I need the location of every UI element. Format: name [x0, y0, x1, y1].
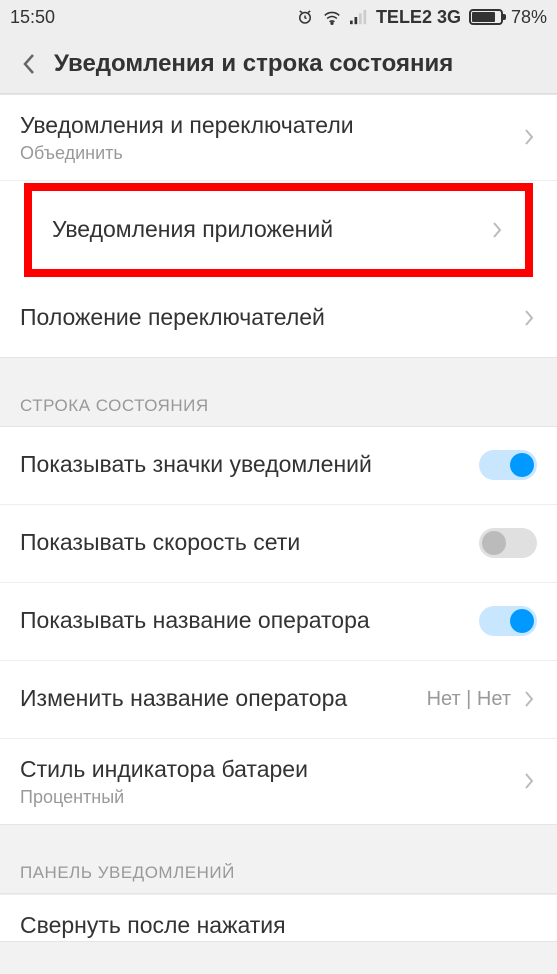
row-show-network-speed[interactable]: Показывать скорость сети [0, 505, 557, 583]
back-button[interactable] [14, 49, 44, 79]
section-header-statusbar: СТРОКА СОСТОЯНИЯ [0, 376, 557, 426]
group-panel: Свернуть после нажатия [0, 893, 557, 942]
row-title: Положение переключателей [20, 303, 523, 333]
settings-content: Уведомления и переключатели Объединить У… [0, 94, 557, 942]
row-title: Стиль индикатора батареи [20, 755, 523, 785]
alarm-icon [296, 8, 314, 26]
chevron-right-icon [523, 774, 537, 788]
row-show-carrier-name[interactable]: Показывать название оператора [0, 583, 557, 661]
group-notifications: Уведомления и переключатели Объединить У… [0, 94, 557, 358]
page-title: Уведомления и строка состояния [54, 50, 453, 78]
row-battery-indicator-style[interactable]: Стиль индикатора батареи Процентный [0, 739, 557, 824]
row-change-carrier-name[interactable]: Изменить название оператора Нет | Нет [0, 661, 557, 739]
section-header-panel: ПАНЕЛЬ УВЕДОМЛЕНИЙ [0, 843, 557, 893]
row-title: Изменить название оператора [20, 684, 427, 714]
row-app-notifications[interactable]: Уведомления приложений [32, 191, 525, 269]
row-subtitle: Процентный [20, 787, 523, 808]
row-toggle-position[interactable]: Положение переключателей [0, 279, 557, 357]
chevron-right-icon [523, 130, 537, 144]
signal-icon [350, 9, 368, 25]
wifi-icon [322, 9, 342, 25]
carrier-label: TELE2 3G [376, 7, 461, 28]
chevron-right-icon [523, 311, 537, 325]
row-title: Уведомления приложений [52, 215, 491, 245]
row-collapse-after-tap[interactable]: Свернуть после нажатия [0, 894, 557, 941]
status-time: 15:50 [10, 7, 55, 28]
row-subtitle: Объединить [20, 143, 523, 164]
row-title: Показывать значки уведомлений [20, 450, 479, 480]
row-title: Уведомления и переключатели [20, 111, 523, 141]
battery-icon [469, 9, 503, 25]
toggle-switch[interactable] [479, 528, 537, 558]
app-header: Уведомления и строка состояния [0, 34, 557, 94]
highlight-annotation: Уведомления приложений [24, 183, 533, 277]
status-bar: 15:50 TELE2 3G 78% [0, 0, 557, 34]
row-title: Свернуть после нажатия [20, 911, 537, 941]
row-notifications-toggles[interactable]: Уведомления и переключатели Объединить [0, 95, 557, 181]
row-title: Показывать скорость сети [20, 528, 479, 558]
row-title: Показывать название оператора [20, 606, 479, 636]
toggle-switch[interactable] [479, 450, 537, 480]
chevron-right-icon [523, 692, 537, 706]
battery-percent: 78% [511, 7, 547, 28]
row-value: Нет | Нет [427, 688, 511, 711]
chevron-right-icon [491, 223, 505, 237]
row-show-notification-icons[interactable]: Показывать значки уведомлений [0, 427, 557, 505]
group-statusbar: Показывать значки уведомлений Показывать… [0, 426, 557, 825]
toggle-switch[interactable] [479, 606, 537, 636]
